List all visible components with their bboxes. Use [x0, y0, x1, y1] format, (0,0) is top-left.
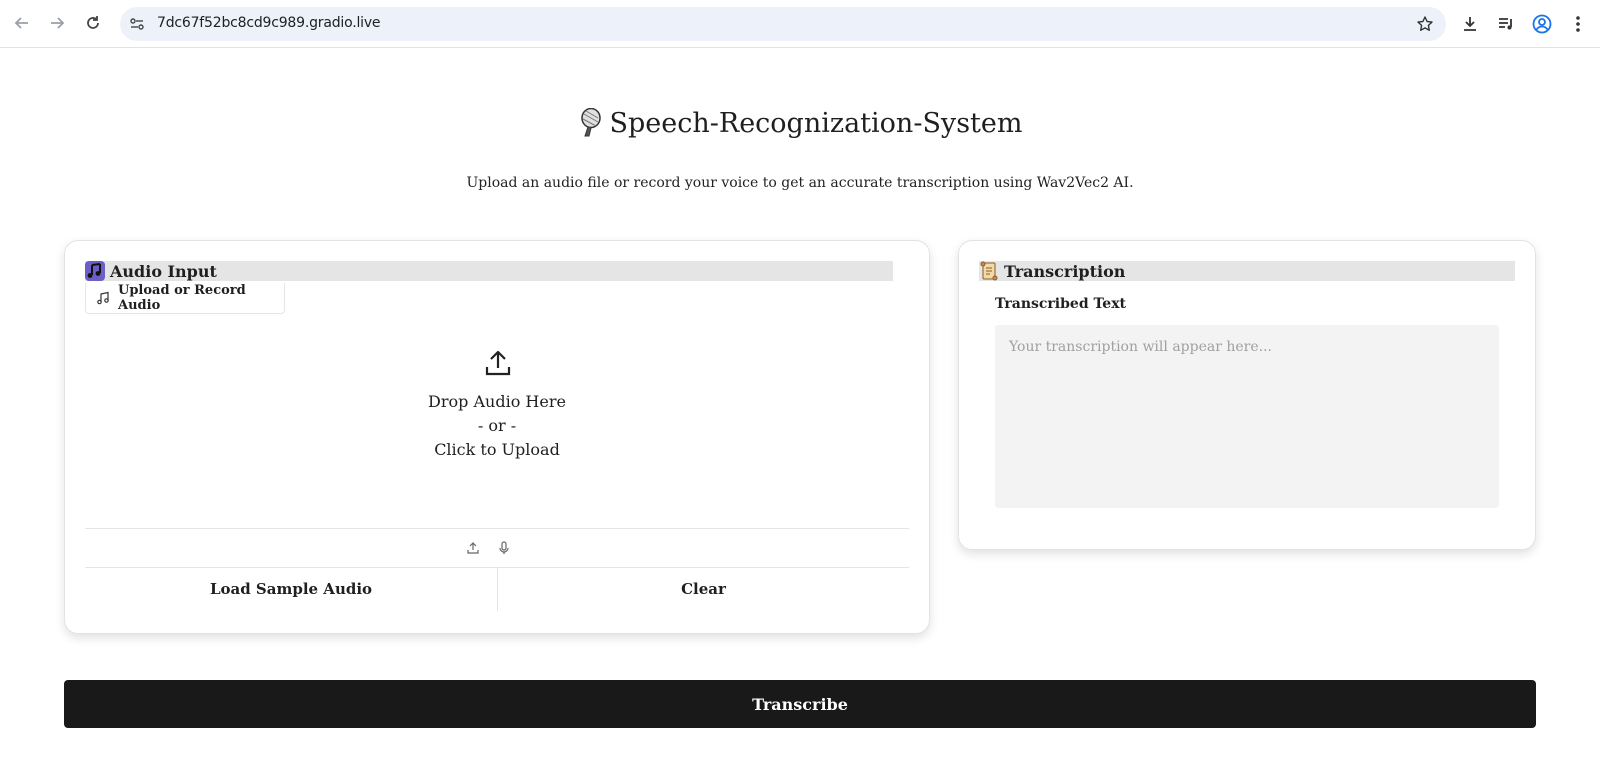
page-title: Speech-Recognization-System — [0, 107, 1600, 139]
bookmark-star-icon[interactable] — [1414, 13, 1436, 35]
audio-component-label-text: Upload or Record Audio — [118, 283, 246, 313]
upload-source-icon[interactable] — [465, 540, 481, 556]
media-controls-icon[interactable] — [1494, 12, 1518, 36]
audio-source-selector — [85, 528, 909, 568]
audio-upload-dropzone[interactable]: Drop Audio Here - or - Click to Upload — [85, 317, 909, 517]
microphone-icon — [578, 107, 604, 138]
clear-button[interactable]: Clear — [498, 567, 909, 611]
transcription-textbox[interactable]: Your transcription will appear here... — [995, 325, 1499, 508]
address-bar[interactable]: 7dc67f52bc8cd9c989.gradio.live — [120, 7, 1446, 41]
scroll-icon — [979, 261, 999, 281]
page-title-text: Speech-Recognization-System — [609, 108, 1023, 139]
load-sample-audio-button[interactable]: Load Sample Audio — [85, 567, 497, 611]
audio-input-heading-text: Audio Input — [110, 261, 217, 281]
site-info-icon[interactable] — [128, 15, 146, 33]
upload-icon — [485, 349, 511, 377]
menu-icon[interactable] — [1566, 12, 1590, 36]
forward-icon[interactable] — [44, 10, 70, 36]
music-note-icon — [96, 291, 110, 305]
click-to-upload-text: Click to Upload — [434, 440, 560, 459]
transcribed-text-label: Transcribed Text — [995, 296, 1127, 312]
microphone-source-icon[interactable] — [496, 540, 512, 556]
profile-icon[interactable] — [1530, 12, 1554, 36]
audio-component-label: Upload or Record Audio — [85, 283, 285, 314]
transcription-placeholder: Your transcription will appear here... — [1009, 339, 1272, 355]
or-separator-text: - or - — [477, 416, 517, 435]
reload-icon[interactable] — [80, 10, 106, 36]
drop-audio-text: Drop Audio Here — [428, 392, 566, 411]
dropzone-text: Drop Audio Here - or - Click to Upload — [85, 390, 909, 462]
browser-toolbar: 7dc67f52bc8cd9c989.gradio.live — [0, 0, 1600, 48]
transcribe-button[interactable]: Transcribe — [64, 680, 1536, 728]
transcription-panel: Transcription Transcribed Text Your tran… — [958, 240, 1536, 550]
transcription-heading: Transcription — [979, 261, 1515, 281]
page-subtitle: Upload an audio file or record your voic… — [466, 175, 1134, 191]
download-icon[interactable] — [1458, 12, 1482, 36]
audio-input-heading: Audio Input — [85, 261, 893, 281]
music-notes-icon — [85, 261, 105, 281]
audio-actions: Load Sample Audio Clear — [85, 567, 909, 611]
back-icon[interactable] — [9, 10, 35, 36]
url-text[interactable]: 7dc67f52bc8cd9c989.gradio.live — [157, 15, 381, 31]
transcription-heading-text: Transcription — [1004, 261, 1126, 281]
audio-input-panel: Audio Input Upload or Record Audio Drop … — [64, 240, 930, 634]
